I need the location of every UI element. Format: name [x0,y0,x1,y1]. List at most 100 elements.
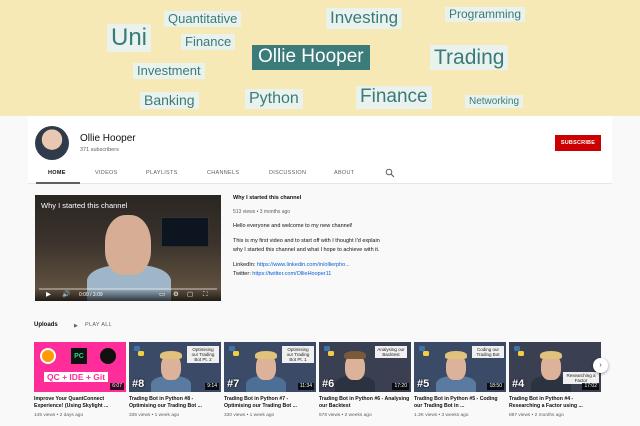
banner-tag: Banking [140,92,199,110]
video-card[interactable]: Optimising our Trading Bot Pt. 2 #8 9:14… [129,342,221,418]
linkedin-label: LinkedIn: [233,262,256,268]
progress-bar[interactable] [39,288,217,290]
banner-tag: Python [245,89,303,109]
tab-home[interactable]: HOME [48,170,66,176]
featured-video-player[interactable]: Why I started this channel ▶ 🔊 0:00 / 3:… [35,195,221,301]
video-card[interactable]: Coding our Trading Bot #5 18:50 Trading … [414,342,506,418]
fullscreen-icon[interactable]: ⛶ [203,291,208,299]
presenter-hair [255,351,277,359]
monitor-graphic [161,217,209,247]
description-links: LinkedIn: https://www.linkedin.com/in/ol… [233,261,453,279]
video-title[interactable]: Trading Bot in Python #4 - Researching a… [509,396,601,410]
video-duration: 6:07 [110,383,124,390]
video-meta: 335 views • 1 week ago [129,413,180,418]
python-logo-icon [514,346,524,356]
search-icon[interactable] [385,168,395,178]
banner-tag: Finance [356,86,432,109]
video-duration: 9:14 [205,383,219,390]
thumbnail-label: Optimising our Trading Bot Pt. 2 [187,346,219,363]
video-thumbnail[interactable]: Coding our Trading Bot #5 18:50 [414,342,506,392]
thumbnail-label: Analysing our Backtest [375,346,407,358]
video-meta: 1.3K views • 3 weeks ago [414,413,469,418]
tab-channels[interactable]: CHANNELS [207,170,239,176]
python-logo-icon [134,346,144,356]
video-duration: 17:02 [582,383,599,390]
channel-banner: Uni Quantitative Finance Investing Progr… [0,0,640,116]
episode-number: #7 [227,378,240,390]
avatar[interactable] [35,126,69,160]
tab-playlists[interactable]: PLAYLISTS [146,170,178,176]
tab-videos[interactable]: VIDEOS [95,170,118,176]
video-duration: 11:34 [297,383,314,390]
video-title[interactable]: Improve Your QuantConnect Experience! (U… [34,396,126,410]
featured-meta: 513 views • 3 months ago [233,209,291,215]
player-title[interactable]: Why I started this channel [41,201,127,210]
presenter-hair [540,351,562,359]
video-meta: 145 views • 2 days ago [34,413,84,418]
description-body: This is my first video and to start off … [233,237,453,255]
video-card[interactable]: Researching a Factor #4 17:02 Trading Bo… [509,342,601,418]
video-card[interactable]: Analysing our Backtest #6 17:20 Trading … [319,342,411,418]
channel-name: Ollie Hooper [80,133,136,144]
episode-number: #4 [512,378,525,390]
linkedin-link[interactable]: https://www.linkedin.com/in/ollierpho... [257,262,350,268]
cast-icon[interactable]: ▢ [187,291,193,299]
video-card[interactable]: PC QC + IDE + Git 6:07 Improve Your Quan… [34,342,126,418]
banner-tag: Finance [181,34,236,51]
video-thumbnail[interactable]: Researching a Factor #4 17:02 [509,342,601,392]
video-meta: 887 views • 2 months ago [509,413,564,418]
volume-icon[interactable]: 🔊 [62,291,70,299]
python-logo-icon [229,346,239,356]
twitter-label: Twitter: [233,271,251,277]
video-thumbnail[interactable]: Analysing our Backtest #6 17:20 [319,342,411,392]
twitter-link[interactable]: https://twitter.com/OllieHooper11 [252,271,331,277]
video-title[interactable]: Trading Bot in Python #5 - Coding our Tr… [414,396,506,410]
video-thumbnail[interactable]: PC QC + IDE + Git 6:07 [34,342,126,392]
video-thumbnail[interactable]: Optimising our Trading Bot Pt. 2 #8 9:14 [129,342,221,392]
episode-number: #5 [417,378,430,390]
banner-tag: Trading [430,45,509,71]
thumbnail-label: Optimising our Trading Bot Pt. 1 [282,346,314,363]
channel-header: Ollie Hooper 371 subscribers SUBSCRIBE H… [28,116,612,184]
play-all-icon[interactable]: ▶ [74,323,78,329]
subtitles-icon[interactable]: ▭ [159,291,165,299]
python-logo-icon [324,346,334,356]
thumbnail-label: Coding our Trading Bot [472,346,504,358]
subscribe-button[interactable]: SUBSCRIBE [555,135,601,151]
presenter-hair [344,351,366,359]
uploads-heading[interactable]: Uploads [34,322,58,328]
subscriber-count: 371 subscribers [80,147,119,153]
tab-discussion[interactable]: DISCUSSION [269,170,306,176]
video-card[interactable]: Optimising our Trading Bot Pt. 1 #7 11:3… [224,342,316,418]
video-meta: 578 views • 2 weeks ago [319,413,372,418]
video-time: 0:00 / 3:09 [79,292,103,298]
presenter-hair [160,351,182,359]
banner-tag: Programming [445,7,526,23]
pycharm-icon: PC [71,348,87,364]
video-duration: 17:20 [392,383,409,390]
logo-circle-icon [40,348,56,364]
featured-description: Why I started this channel 513 views • 3… [233,195,453,279]
banner-tag: Investing [326,8,403,29]
channel-content: Why I started this channel ▶ 🔊 0:00 / 3:… [28,184,612,426]
video-thumbnail[interactable]: Optimising our Trading Bot Pt. 1 #7 11:3… [224,342,316,392]
python-logo-icon [419,346,429,356]
video-title[interactable]: Trading Bot in Python #6 - Analysing our… [319,396,411,410]
next-arrow-icon[interactable]: › [593,358,608,373]
episode-number: #6 [322,378,335,390]
video-title[interactable]: Trading Bot in Python #8 - Optimising ou… [129,396,221,410]
settings-gear-icon[interactable]: ⚙ [173,291,179,299]
video-title[interactable]: Trading Bot in Python #7 - Optimising ou… [224,396,316,410]
description-line: This is my first video and to start off … [233,238,380,244]
banner-tag-highlight: Ollie Hooper [252,45,370,70]
banner-tag: Networking [465,95,524,108]
banner-tag: Quantitative [164,11,242,28]
featured-title[interactable]: Why I started this channel [233,195,453,201]
presenter-face [105,215,151,275]
description-line: why I started this channel and what I ho… [233,247,380,253]
tab-about[interactable]: ABOUT [334,170,354,176]
github-icon [100,348,116,364]
banner-tag: Investment [133,63,205,80]
play-all-button[interactable]: PLAY ALL [85,322,112,328]
play-icon[interactable]: ▶ [46,291,51,299]
